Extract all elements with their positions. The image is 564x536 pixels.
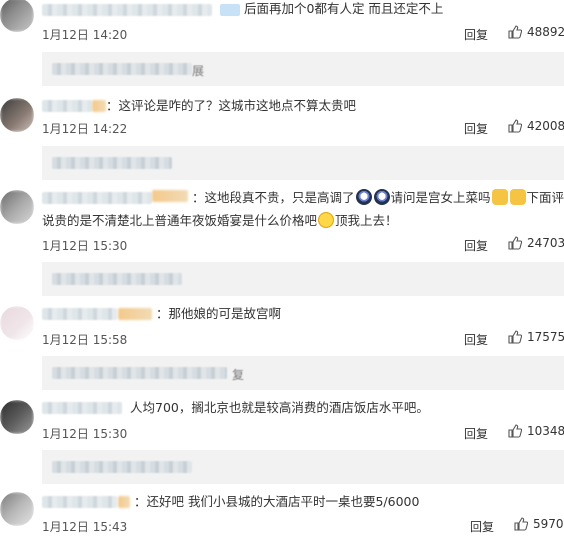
reply-button[interactable]: 回复 — [464, 26, 488, 43]
comment-text: ：还好吧 我们小县城的大酒店平时一桌也要5/6000 — [134, 494, 420, 509]
comment-date: 1月12日 15:30 — [42, 427, 128, 441]
comment-text: 下面评论 — [526, 190, 564, 205]
comment-text: ：那他娘的可是故宫啊 — [156, 306, 282, 321]
thumbs-up-icon — [508, 236, 522, 250]
avatar[interactable] — [0, 492, 34, 526]
comment-date: 1月12日 14:22 — [42, 122, 128, 136]
comment-date: 1月12日 15:43 — [42, 520, 128, 534]
like-button[interactable]: 48892 — [508, 25, 564, 39]
avatar[interactable] — [0, 306, 34, 340]
thumbs-up-icon — [508, 330, 522, 344]
comment-text: ：这地段真不贵，只是高调了 — [192, 190, 355, 205]
like-button[interactable]: 24703 — [508, 236, 564, 250]
username-blurred[interactable] — [42, 308, 117, 320]
like-count: 24703 — [527, 236, 564, 250]
username-blurred[interactable] — [42, 496, 117, 508]
like-button[interactable]: 42008 — [508, 119, 564, 133]
avatar[interactable] — [0, 98, 34, 132]
comment-date: 1月12日 14:20 — [42, 28, 128, 42]
thumbs-up-icon — [514, 517, 528, 531]
sub-reply-text: 复 — [232, 368, 245, 382]
comment-date: 1月12日 15:58 — [42, 333, 128, 347]
comment-text: 请问是宫女上菜吗 — [390, 190, 491, 205]
reply-button[interactable]: 回复 — [464, 331, 488, 348]
like-button[interactable]: 17575 — [508, 330, 564, 344]
smirk-emoji — [318, 212, 335, 228]
comment-date: 1月12日 15:30 — [42, 239, 128, 253]
like-count: 10348 — [527, 424, 564, 438]
rolling-eyes-emoji — [355, 189, 372, 205]
username-blurred[interactable] — [42, 100, 92, 112]
cat-face-emoji — [491, 189, 508, 205]
sub-reply-box[interactable]: 展 — [42, 52, 564, 86]
comment-text: 说贵的是不清楚北上普通年夜饭婚宴是什么价格吧 — [42, 213, 318, 228]
cat-face-emoji — [509, 189, 526, 205]
like-count: 5970 — [533, 517, 564, 531]
username-blurred[interactable] — [42, 4, 212, 16]
comment-text: 顶我上去！ — [335, 213, 398, 228]
comment-text: 人均700，搁北京也就是较高消费的酒店饭店水平吧。 — [130, 400, 429, 415]
thumbs-up-icon — [508, 424, 522, 438]
reply-button[interactable]: 回复 — [470, 518, 494, 535]
like-count: 17575 — [527, 330, 564, 344]
username-blurred[interactable] — [42, 402, 122, 414]
like-button[interactable]: 5970 — [514, 517, 564, 531]
sub-reply-box[interactable] — [42, 146, 564, 180]
sub-reply-box[interactable] — [42, 450, 564, 484]
sub-reply-text: 展 — [192, 64, 205, 78]
like-button[interactable]: 10348 — [508, 424, 564, 438]
comment-text: 后面再加个0都有人定 而且还定不上 — [244, 1, 444, 16]
sub-reply-box[interactable]: 复 — [42, 356, 564, 390]
username-blurred[interactable] — [42, 192, 152, 204]
sub-reply-box[interactable] — [42, 262, 564, 296]
reply-button[interactable]: 回复 — [464, 237, 488, 254]
like-count: 42008 — [527, 119, 564, 133]
thumbs-up-icon — [508, 119, 522, 133]
avatar[interactable] — [0, 190, 34, 224]
reply-button[interactable]: 回复 — [464, 120, 488, 137]
avatar[interactable] — [0, 0, 34, 32]
rolling-eyes-emoji — [373, 189, 390, 205]
reply-button[interactable]: 回复 — [464, 425, 488, 442]
avatar[interactable] — [0, 400, 34, 434]
mention-highlight — [220, 3, 240, 16]
thumbs-up-icon — [508, 25, 522, 39]
comment-text: ：这评论是咋的了？这城市这地点不算太贵吧 — [106, 98, 357, 113]
like-count: 48892 — [527, 25, 564, 39]
